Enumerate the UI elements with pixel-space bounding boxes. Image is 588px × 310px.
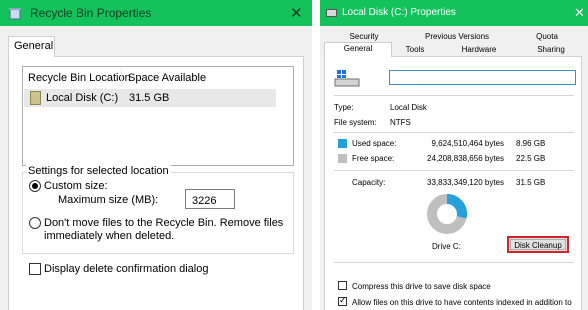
hard-drive-icon — [326, 9, 337, 17]
recycle-bin-icon — [9, 8, 21, 20]
settings-legend: Settings for selected location — [26, 165, 171, 177]
used-space-label: Used space: — [352, 139, 397, 148]
list-header: Recycle Bin Location Space Available — [23, 67, 293, 89]
tab-hardware[interactable]: Hardware — [438, 44, 520, 56]
title-bar: Local Disk (C:) Properties ✕ — [320, 0, 588, 26]
allow-indexing-checkbox[interactable] — [338, 295, 347, 306]
tab-quota[interactable]: Quota — [512, 31, 582, 43]
tab-general[interactable]: General — [324, 42, 392, 57]
list-item[interactable]: Local Disk (C:) 31.5 GB — [24, 89, 276, 107]
drive-label: Drive C: — [432, 242, 461, 251]
divider — [334, 132, 574, 133]
drive-icon — [30, 91, 41, 105]
allow-indexing-label: Allow files on this drive to have conten… — [352, 298, 572, 307]
used-space-arc — [446, 194, 467, 219]
file-system-value: NTFS — [390, 118, 411, 127]
type-value: Local Disk — [390, 103, 427, 112]
confirm-dialog-label: Display delete confirmation dialog — [44, 263, 209, 275]
column-header-space[interactable]: Space Available — [128, 72, 206, 84]
drive-name-input[interactable] — [389, 70, 576, 85]
title-bar: Recycle Bin Properties ✕ — [0, 0, 312, 26]
type-label: Type: — [334, 103, 354, 112]
divider — [334, 262, 574, 263]
capacity-bytes: 33,833,349,120 bytes — [427, 178, 504, 187]
tab-general[interactable]: General — [8, 36, 55, 57]
capacity-gb: 31.5 GB — [516, 178, 546, 187]
space-available: 31.5 GB — [129, 92, 170, 104]
compress-drive-label: Compress this drive to save disk space — [352, 282, 491, 291]
column-header-location[interactable]: Recycle Bin Location — [28, 72, 131, 84]
column-divider[interactable] — [121, 69, 122, 87]
window-title: Local Disk (C:) Properties — [342, 7, 456, 18]
used-space-gb: 8.96 GB — [516, 139, 546, 148]
capacity-label: Capacity: — [352, 178, 386, 187]
disk-cleanup-label: Disk Cleanup — [514, 241, 562, 250]
free-space-swatch — [338, 154, 347, 163]
dont-move-radio[interactable] — [29, 217, 41, 229]
used-space-swatch — [338, 139, 347, 148]
file-system-label: File system: — [334, 118, 377, 127]
tab-sharing[interactable]: Sharing — [520, 44, 582, 56]
compress-drive-checkbox[interactable] — [338, 281, 347, 290]
divider — [334, 170, 574, 171]
custom-size-label: Custom size: — [44, 180, 108, 192]
location-name: Local Disk (C:) — [46, 92, 119, 104]
used-space-bytes: 9,624,510,464 bytes — [431, 139, 504, 148]
dont-move-label-line1: Don't move files to the Recycle Bin. Rem… — [44, 217, 284, 229]
tab-previous-versions[interactable]: Previous Versions — [402, 31, 512, 43]
location-list[interactable]: Recycle Bin Location Space Available Loc… — [22, 66, 294, 166]
max-size-input[interactable] — [185, 189, 235, 209]
custom-size-radio[interactable] — [29, 180, 41, 192]
disk-cleanup-button[interactable]: Disk Cleanup — [507, 236, 569, 253]
free-space-label: Free space: — [352, 154, 395, 163]
dont-move-label-line2: immediately when deleted. — [44, 230, 175, 242]
max-size-label: Maximum size (MB): — [58, 194, 159, 206]
window-title: Recycle Bin Properties — [30, 6, 152, 20]
free-space-gb: 22.5 GB — [516, 154, 546, 163]
local-disk-properties-dialog: Local Disk (C:) Properties ✕ Security Pr… — [320, 0, 588, 310]
divider — [334, 95, 574, 96]
tab-tools[interactable]: Tools — [392, 44, 438, 56]
drive-icon — [334, 70, 360, 87]
recycle-bin-properties-dialog: Recycle Bin Properties ✕ General Recycle… — [0, 0, 312, 310]
disk-usage-donut — [427, 194, 467, 234]
confirm-dialog-checkbox[interactable] — [29, 263, 41, 275]
close-icon[interactable]: ✕ — [574, 5, 585, 21]
close-icon[interactable]: ✕ — [290, 4, 303, 22]
free-space-bytes: 24,208,838,656 bytes — [427, 154, 504, 163]
